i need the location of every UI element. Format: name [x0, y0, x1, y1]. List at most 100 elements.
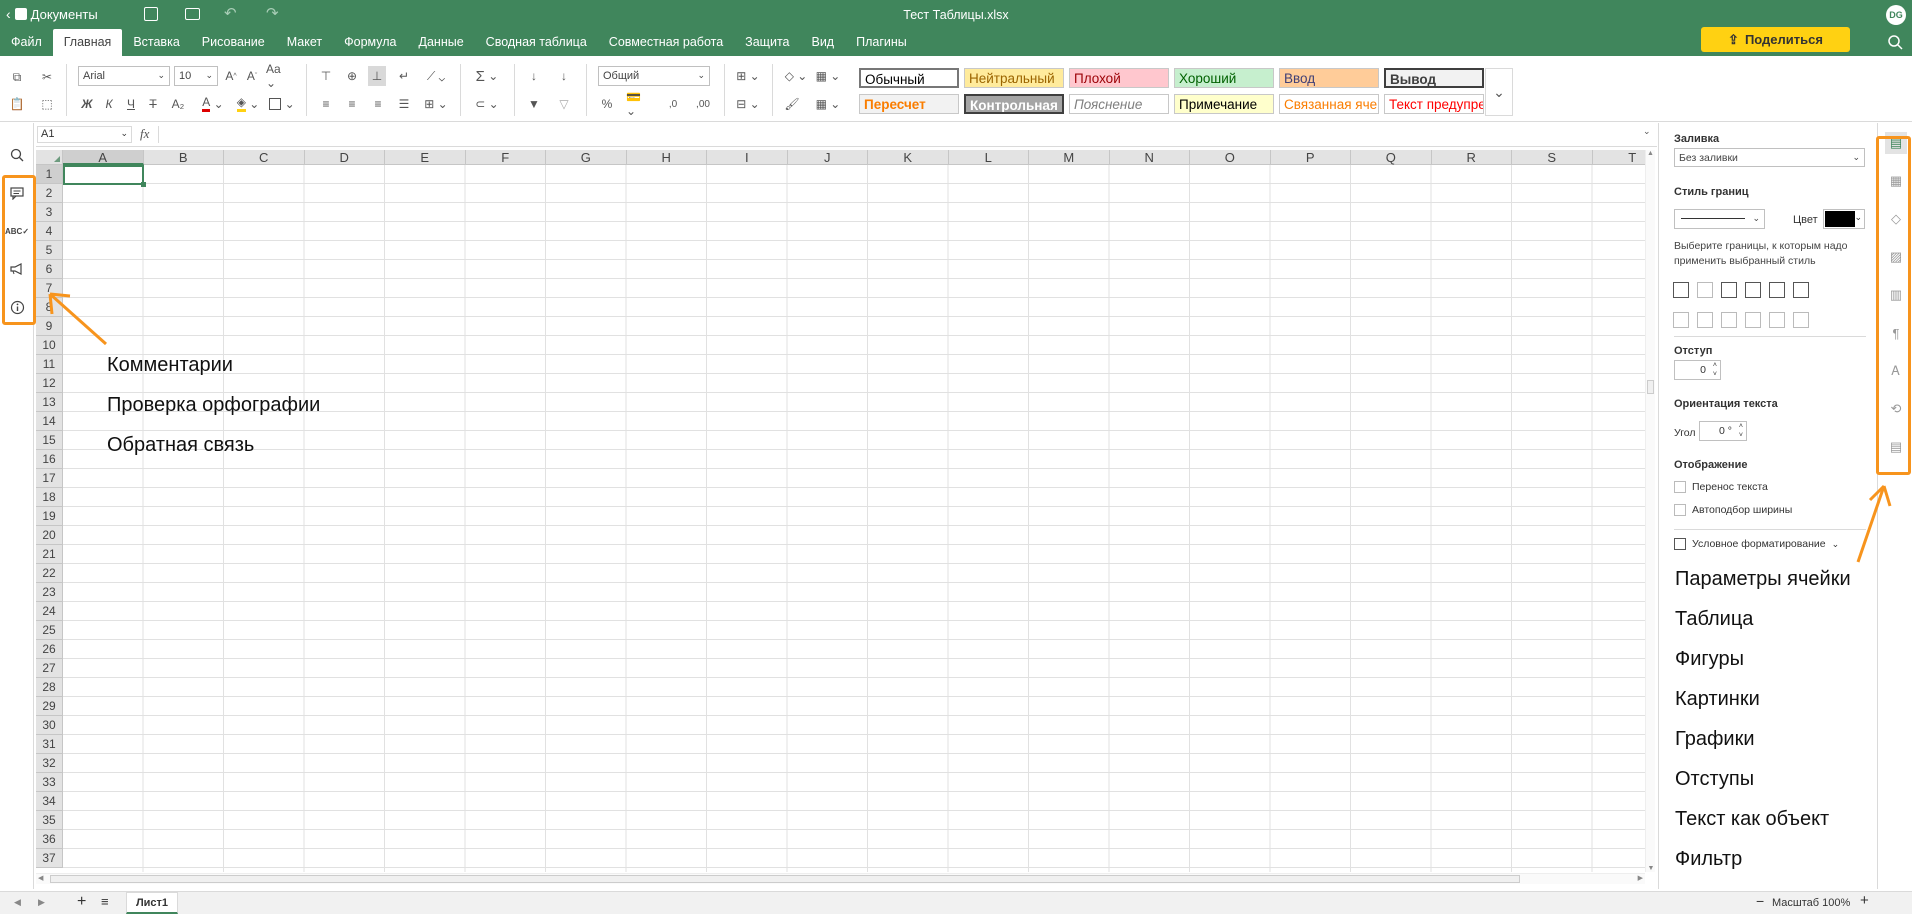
column-header[interactable]: A — [63, 150, 144, 165]
scroll-up-icon[interactable]: ▲ — [1646, 150, 1655, 157]
row-header[interactable]: 4 — [36, 222, 63, 241]
accounting-format-icon[interactable]: 💳 ⌄ — [626, 90, 654, 118]
spin-arrows-icon[interactable]: ˄ ˅ — [1713, 361, 1717, 379]
font-size-select[interactable]: 10 ⌄ — [174, 66, 218, 86]
vertical-scrollbar[interactable]: ▲ ▼ — [1645, 150, 1655, 872]
scroll-thumb[interactable] — [1647, 380, 1654, 394]
search-icon[interactable] — [7, 145, 27, 165]
row-header[interactable]: 15 — [36, 431, 63, 450]
scroll-left-icon[interactable]: ◀ — [38, 874, 43, 882]
copy-style-icon[interactable]: 🖌 — [784, 94, 800, 114]
share-button[interactable]: ⇪ Поделиться — [1701, 27, 1850, 52]
column-header[interactable]: E — [385, 150, 466, 165]
row-header[interactable]: 24 — [36, 602, 63, 621]
row-header[interactable]: 17 — [36, 469, 63, 488]
cell-style-5[interactable]: Вывод — [1384, 68, 1484, 88]
row-header[interactable]: 27 — [36, 659, 63, 678]
row-header[interactable]: 25 — [36, 621, 63, 640]
row-header[interactable]: 5 — [36, 241, 63, 260]
scroll-thumb[interactable] — [50, 875, 1520, 883]
format-as-table-icon[interactable]: ▦ ⌄ — [814, 94, 842, 114]
column-header[interactable]: B — [143, 150, 224, 165]
row-header[interactable]: 16 — [36, 450, 63, 469]
chevron-down-icon[interactable]: ⌄ — [1643, 126, 1651, 137]
border-color-picker[interactable]: ⌄ — [1823, 209, 1865, 229]
number-format-select[interactable]: Общий ⌄ — [598, 66, 710, 86]
tab-2[interactable]: Вставка — [122, 29, 190, 56]
cell-style-4[interactable]: Ввод — [1279, 68, 1379, 88]
fill-select[interactable]: Без заливки ⌄ — [1674, 148, 1865, 167]
styles-expand-button[interactable]: ⌄ — [1485, 68, 1513, 116]
cell-style-7[interactable]: Контрольная — [964, 94, 1064, 114]
decrease-font-icon[interactable]: Aˇ — [244, 66, 260, 86]
row-header[interactable]: 12 — [36, 374, 63, 393]
row-header[interactable]: 28 — [36, 678, 63, 697]
row-header[interactable]: 11 — [36, 355, 63, 374]
row-header[interactable]: 26 — [36, 640, 63, 659]
column-header[interactable]: C — [224, 150, 305, 165]
cell-style-8[interactable]: Пояснение — [1069, 94, 1169, 114]
row-header[interactable]: 13 — [36, 393, 63, 412]
cell-style-0[interactable]: Обычный — [859, 68, 959, 88]
font-name-select[interactable]: Arial ⌄ — [78, 66, 170, 86]
fill-handle[interactable] — [141, 182, 146, 187]
row-header[interactable]: 34 — [36, 792, 63, 811]
diagonal-down-icon[interactable] — [1793, 282, 1809, 298]
wrap-text-icon[interactable]: ↵ — [396, 66, 412, 86]
formula-input[interactable] — [158, 126, 1652, 143]
top-border-icon[interactable] — [1745, 312, 1761, 328]
filter-icon[interactable]: ▼ — [526, 94, 542, 114]
spin-arrows-icon[interactable]: ˄ ˅ — [1739, 422, 1743, 440]
subscript-button[interactable]: A₂ — [168, 94, 188, 114]
tab-4[interactable]: Макет — [276, 29, 333, 56]
tab-3[interactable]: Рисование — [191, 29, 276, 56]
justify-icon[interactable]: ☰ — [396, 94, 412, 114]
column-header[interactable]: L — [948, 150, 1029, 165]
row-header[interactable]: 14 — [36, 412, 63, 431]
scroll-down-icon[interactable]: ▼ — [1646, 865, 1656, 872]
decrease-decimal-button[interactable]: ,0 — [664, 94, 682, 114]
column-header[interactable]: O — [1190, 150, 1271, 165]
conditional-format-icon[interactable]: ▦ ⌄ — [814, 66, 842, 86]
copy-icon[interactable]: ⧉ — [8, 67, 26, 87]
change-case-icon[interactable]: Aa ⌄ — [266, 62, 294, 90]
sheet-tab[interactable]: Лист1 — [126, 892, 178, 914]
orientation-icon[interactable]: ⟋ ⌄ — [422, 66, 450, 86]
row-header[interactable]: 6 — [36, 260, 63, 279]
tab-9[interactable]: Защита — [734, 29, 800, 56]
tab-7[interactable]: Сводная таблица — [475, 29, 598, 56]
column-header[interactable]: M — [1029, 150, 1110, 165]
cell-style-10[interactable]: Связанная ячейка — [1279, 94, 1379, 114]
fx-button[interactable]: fx — [140, 126, 149, 142]
italic-button[interactable]: К — [102, 94, 116, 114]
inner-vertical-icon[interactable] — [1697, 312, 1713, 328]
tab-11[interactable]: Плагины — [845, 29, 918, 56]
cell-style-2[interactable]: Плохой — [1069, 68, 1169, 88]
tab-8[interactable]: Совместная работа — [598, 29, 734, 56]
row-header[interactable]: 29 — [36, 697, 63, 716]
user-avatar[interactable]: DG — [1886, 5, 1906, 25]
clear-filter-icon[interactable]: ▽ — [556, 94, 572, 114]
diagonal-up-icon[interactable] — [1769, 282, 1785, 298]
align-right-icon[interactable]: ≡ — [370, 94, 386, 114]
angle-spinner[interactable]: 0 ° ˄ ˅ — [1699, 421, 1747, 441]
insert-cells-icon[interactable]: ⊞ ⌄ — [734, 66, 762, 86]
border-style-select[interactable]: ⌄ — [1674, 209, 1765, 229]
clear-icon[interactable]: ◇ ⌄ — [782, 66, 810, 86]
column-header[interactable]: I — [707, 150, 788, 165]
delete-cells-icon[interactable]: ⊟ ⌄ — [734, 94, 762, 114]
named-ranges-icon[interactable]: ⊂ ⌄ — [472, 94, 502, 114]
column-header[interactable]: R — [1431, 150, 1512, 165]
left-border-icon[interactable] — [1673, 312, 1689, 328]
row-header[interactable]: 2 — [36, 184, 63, 203]
bold-button[interactable]: Ж — [80, 94, 94, 114]
search-icon[interactable] — [1887, 34, 1904, 51]
wrap-text-checkbox[interactable] — [1674, 481, 1686, 493]
inner-horizontal-icon[interactable] — [1769, 312, 1785, 328]
indent-spinner[interactable]: 0 ˄ ˅ — [1674, 360, 1721, 380]
column-header[interactable]: D — [304, 150, 385, 165]
row-header[interactable]: 35 — [36, 811, 63, 830]
align-center-icon[interactable]: ≡ — [344, 94, 360, 114]
conditional-format-button[interactable]: Условное форматирование ⌄ — [1674, 538, 1839, 550]
borders-button[interactable]: ⌄ — [268, 94, 296, 114]
